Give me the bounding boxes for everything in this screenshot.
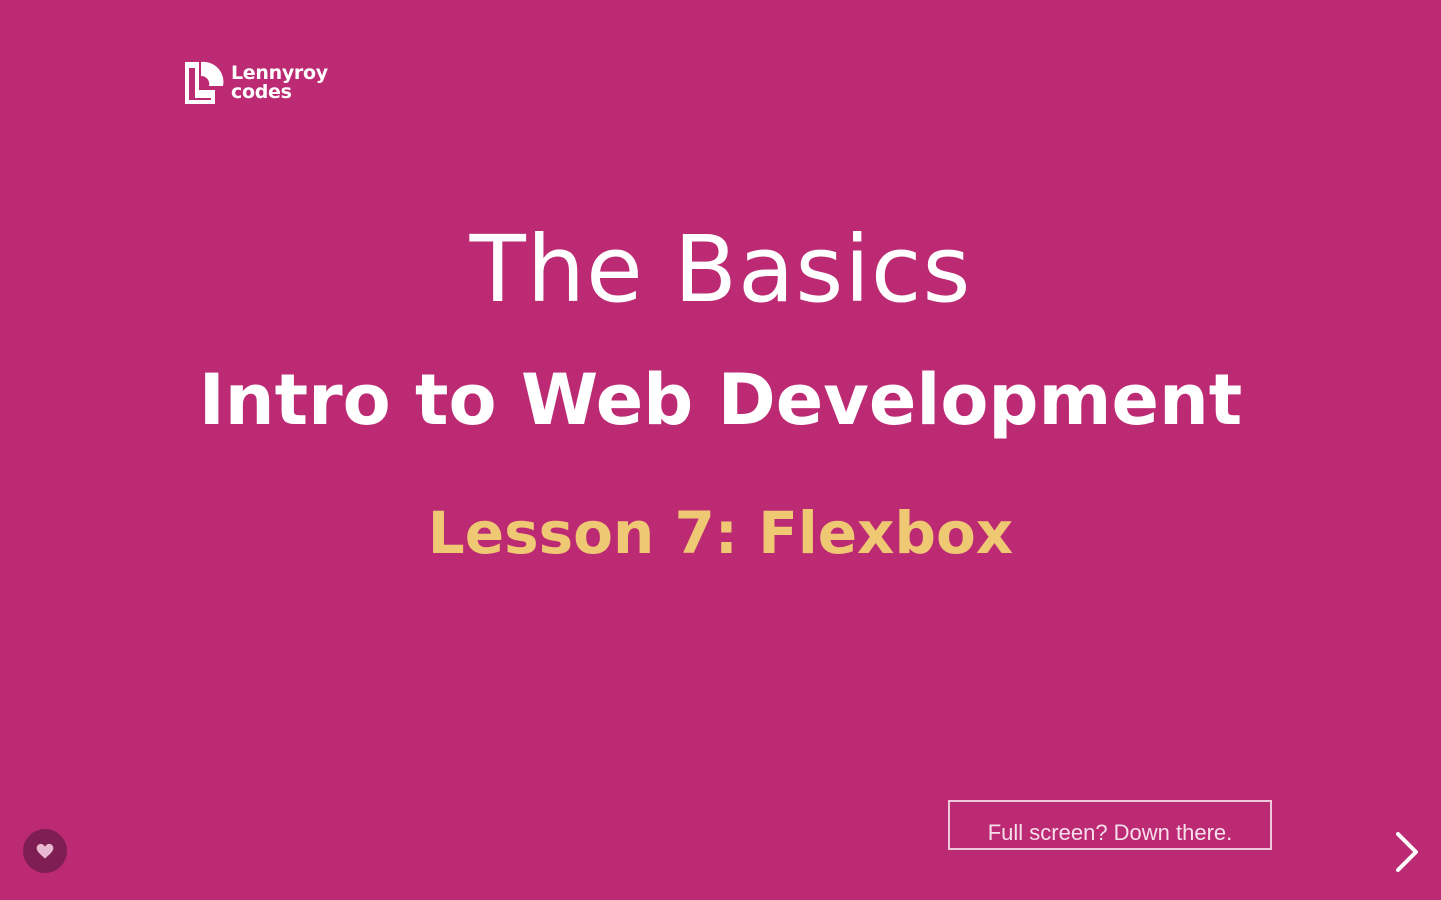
heart-icon [36,843,54,859]
lesson-heading: Lesson 7: Flexbox [427,499,1014,567]
presentation-slide: Lennyroy codes The Basics Intro to Web D… [0,0,1441,900]
fullscreen-hint-box: Full screen? Down there. [948,800,1272,850]
brand-line-2: codes [231,81,292,103]
slide-subtitle: Intro to Web Development [198,359,1243,441]
slide-title: The Basics [469,216,972,323]
brand-logo: Lennyroy codes [183,60,328,106]
lennyroy-logo-icon [185,61,224,104]
brand-wordmark: Lennyroy codes [231,64,328,102]
like-button[interactable] [23,829,67,873]
chevron-right-icon [1396,832,1418,872]
next-slide-button[interactable] [1386,826,1426,878]
